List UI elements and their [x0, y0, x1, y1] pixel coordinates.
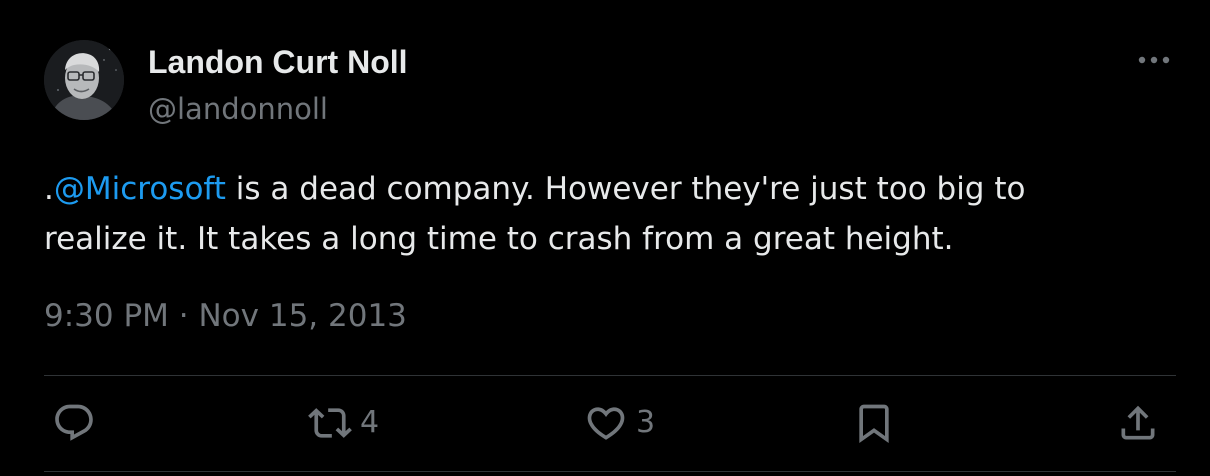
avatar-image [44, 40, 124, 120]
tweet-text: .@Microsoft is a dead company. However t… [44, 164, 1164, 264]
retweet-arrows-icon [308, 408, 352, 438]
author-display-name[interactable]: Landon Curt Noll [148, 42, 408, 82]
share-upload-icon [1121, 405, 1155, 440]
tweet-text-line-1-rest: is a dead company. However they're just … [225, 171, 1026, 207]
tweet-text-prefix: . [44, 171, 54, 207]
reply-button[interactable] [52, 400, 104, 446]
bookmark-button[interactable] [852, 400, 896, 446]
bookmark-icon [859, 404, 889, 444]
heart-icon [587, 407, 625, 440]
like-button[interactable]: 3 [584, 400, 655, 446]
reply-bubble-icon [55, 404, 93, 441]
avatar[interactable] [44, 40, 124, 120]
share-button[interactable] [1116, 400, 1160, 446]
like-count: 3 [636, 405, 656, 440]
author-handle[interactable]: @landonnoll [148, 90, 328, 128]
divider [44, 375, 1176, 376]
retweet-count: 4 [360, 405, 380, 440]
mention-link[interactable]: @Microsoft [54, 171, 226, 207]
tweet-text-line-2: realize it. It takes a long time to cras… [44, 221, 954, 257]
retweet-button[interactable]: 4 [308, 400, 379, 446]
more-options-button[interactable] [1134, 48, 1174, 72]
divider-bottom [44, 471, 1176, 472]
more-dots-icon [1138, 56, 1170, 64]
timestamp-date-link[interactable]: Nov 15, 2013 [198, 298, 406, 334]
tweet-text-line-1: .@Microsoft is a dead company. However t… [44, 164, 1164, 214]
timestamp-time-link[interactable]: 9:30 PM [44, 298, 169, 334]
tweet-timestamp: 9:30 PM · Nov 15, 2013 [44, 294, 407, 338]
timestamp-separator: · [168, 298, 199, 334]
tweet-card: Landon Curt Noll @landonnoll .@Microsoft… [0, 0, 1210, 476]
